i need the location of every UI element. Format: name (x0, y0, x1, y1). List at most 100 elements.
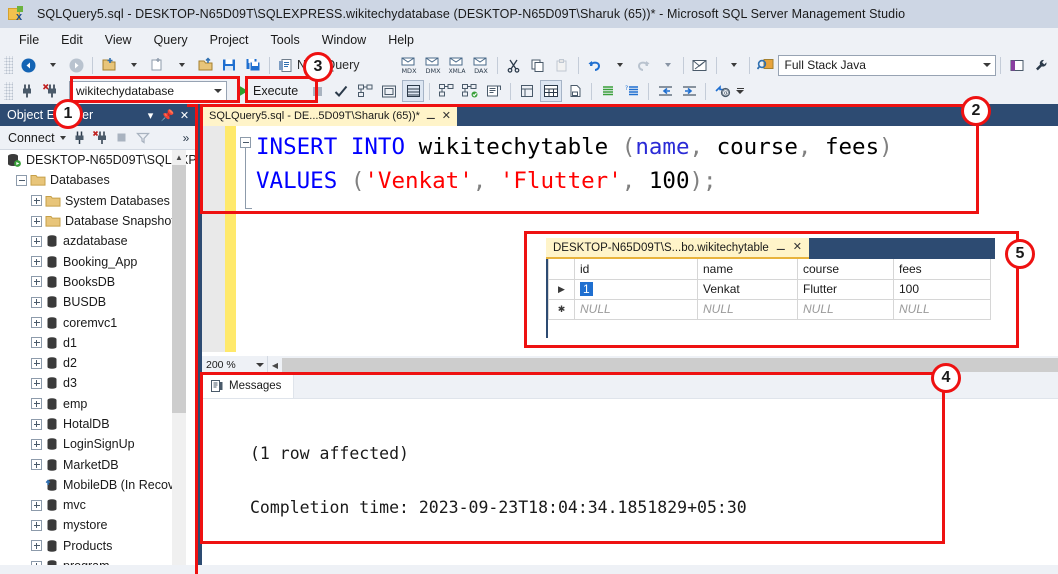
chevron-down-icon[interactable] (256, 363, 264, 367)
col-header-course[interactable]: course (798, 259, 894, 279)
close-icon[interactable]: ✕ (793, 242, 802, 253)
expander-plus-icon[interactable] (31, 297, 42, 308)
toolbox-button[interactable] (1054, 54, 1058, 76)
tab-wikitechytable[interactable]: DESKTOP-N65D09T\S...bo.wikitechytable ⚊ … (546, 238, 809, 259)
tree-item-d1[interactable]: d1 (0, 333, 196, 353)
tree-item-azdatabase[interactable]: azdatabase (0, 231, 196, 251)
specify-values-button[interactable] (516, 80, 538, 102)
toolbar-grip-icon-2[interactable] (4, 82, 13, 100)
decrease-indent-button[interactable] (654, 80, 676, 102)
expander-plus-icon[interactable] (31, 378, 42, 389)
connect-dropdown-button[interactable]: Connect (5, 129, 69, 147)
expander-plus-icon[interactable] (31, 358, 42, 369)
expander-plus-icon[interactable] (31, 276, 42, 287)
include-actual-plan-button[interactable] (435, 80, 457, 102)
scrollbar-thumb[interactable] (172, 165, 186, 413)
expander-plus-icon[interactable] (31, 500, 42, 511)
oe-disconnect-button[interactable] (91, 128, 111, 148)
redo-button[interactable] (632, 54, 654, 76)
tree-item-loginsignup[interactable]: LoginSignUp (0, 434, 196, 454)
oe-filter-button[interactable] (133, 128, 153, 148)
copy-button[interactable] (527, 54, 549, 76)
navigate-back-dropdown[interactable] (41, 54, 63, 76)
cell-name[interactable]: NULL (698, 299, 798, 319)
row-marker-new[interactable]: ✱ (549, 299, 575, 319)
col-header-fees[interactable]: fees (894, 259, 991, 279)
new-dmx-query-button[interactable]: DMX (422, 54, 444, 76)
cell-fees[interactable]: 100 (894, 279, 991, 299)
tab-messages[interactable]: Messages (202, 373, 294, 398)
new-mdx-query-button[interactable]: MDX (398, 54, 420, 76)
query-options-button[interactable] (378, 80, 400, 102)
cell-course[interactable]: Flutter (798, 279, 894, 299)
undo-button[interactable] (584, 54, 606, 76)
open-file-button[interactable] (194, 54, 216, 76)
new-item-button[interactable] (146, 54, 168, 76)
sqlcmd-mode-button[interactable]: @ (711, 80, 733, 102)
expander-plus-icon[interactable] (31, 337, 42, 348)
table-row[interactable]: ✱ NULL NULL NULL NULL (549, 299, 991, 319)
chevron-down-icon[interactable] (983, 63, 991, 67)
close-icon[interactable]: ✕ (177, 108, 192, 123)
table-row[interactable]: ▶ 1 Venkat Flutter 100 (549, 279, 991, 299)
properties-button[interactable] (1030, 54, 1052, 76)
cell-fees[interactable]: NULL (894, 299, 991, 319)
toolbar-options-dropdown[interactable] (722, 54, 744, 76)
editor-zoom-combo[interactable]: 200 % (202, 356, 268, 374)
undo-dropdown[interactable] (608, 54, 630, 76)
tree-item-busdb[interactable]: BUSDB (0, 292, 196, 312)
tree-item-mobiledb[interactable]: MobileDB (In Recove (0, 475, 196, 495)
tree-item-booking-app[interactable]: Booking_App (0, 251, 196, 271)
parse-button[interactable] (330, 80, 352, 102)
tree-item-mvc[interactable]: mvc (0, 495, 196, 515)
tree-item-d2[interactable]: d2 (0, 353, 196, 373)
cell-id[interactable]: NULL (575, 299, 698, 319)
solution-search-icon-button[interactable] (755, 54, 777, 76)
panel-dropdown-icon[interactable]: ▾ (143, 108, 158, 123)
cut-button[interactable] (503, 54, 525, 76)
results-table[interactable]: id name course fees ▶ 1 Venkat Flutter 1… (548, 259, 991, 320)
pin-icon[interactable]: ⚊ (776, 242, 786, 253)
expander-plus-icon[interactable] (31, 216, 42, 227)
results-grid[interactable]: DESKTOP-N65D09T\S...bo.wikitechytable ⚊ … (546, 238, 995, 338)
row-marker-current[interactable]: ▶ (549, 279, 575, 299)
cell-id[interactable]: 1 (575, 279, 698, 299)
fold-collapse-icon[interactable] (240, 137, 251, 148)
oe-connect-button[interactable] (70, 128, 90, 148)
expander-plus-icon[interactable] (31, 398, 42, 409)
toolbar-overflow-button-2[interactable] (734, 88, 746, 94)
expander-plus-icon[interactable] (31, 195, 42, 206)
stop-button[interactable] (306, 80, 328, 102)
results-grid-toggle-button[interactable] (540, 80, 562, 102)
oe-overflow-button[interactable]: » (176, 128, 196, 148)
save-all-button[interactable] (242, 54, 264, 76)
save-button[interactable] (218, 54, 240, 76)
chevron-down-icon[interactable] (214, 89, 222, 93)
expander-plus-icon[interactable] (31, 419, 42, 430)
tree-item-booksdb[interactable]: BooksDB (0, 272, 196, 292)
col-header-name[interactable]: name (698, 259, 798, 279)
scroll-left-icon[interactable]: ◀ (268, 356, 282, 374)
menu-help[interactable]: Help (377, 31, 425, 49)
database-combo[interactable]: wikitechydatabase (69, 81, 227, 102)
editor-folding-margin[interactable] (236, 126, 256, 352)
tab-sqlquery5[interactable]: SQLQuery5.sql - DE...5D09T\Sharuk (65))*… (202, 104, 457, 126)
comment-selection-button[interactable] (483, 80, 505, 102)
object-explorer-tree[interactable]: DESKTOP-N65D09T\SQLEXP Databases System … (0, 150, 196, 574)
navigate-forward-button[interactable] (65, 54, 87, 76)
editor-horizontal-scrollbar[interactable]: 200 % ◀ (202, 356, 1058, 374)
menu-project[interactable]: Project (199, 31, 260, 49)
expander-plus-icon[interactable] (31, 317, 42, 328)
expander-plus-icon[interactable] (31, 540, 42, 551)
new-item-dropdown[interactable] (170, 54, 192, 76)
new-project-dropdown[interactable] (122, 54, 144, 76)
execute-button[interactable]: Execute (234, 80, 305, 102)
menu-edit[interactable]: Edit (50, 31, 94, 49)
menu-tools[interactable]: Tools (260, 31, 311, 49)
expander-plus-icon[interactable] (31, 520, 42, 531)
expander-plus-icon[interactable] (31, 236, 42, 247)
decrease-indent-lines-button[interactable]: ? (621, 80, 643, 102)
expander-plus-icon[interactable] (31, 256, 42, 267)
new-project-button[interactable] (98, 54, 120, 76)
col-header-id[interactable]: id (575, 259, 698, 279)
